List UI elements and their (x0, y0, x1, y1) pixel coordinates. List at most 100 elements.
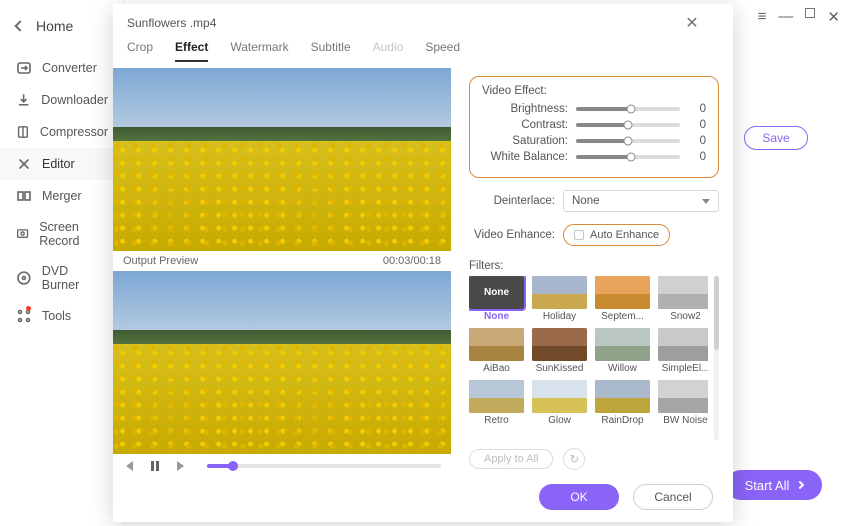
tab-crop[interactable]: Crop (127, 40, 153, 62)
filter-glow[interactable]: Glow (532, 380, 587, 426)
slider-label: Contrast: (482, 119, 568, 131)
sidebar-item-label: Tools (42, 309, 71, 323)
scrollbar-thumb[interactable] (714, 276, 719, 350)
filter-thumb (595, 276, 650, 309)
progress-bar[interactable] (207, 464, 441, 468)
next-button[interactable] (175, 460, 187, 472)
modal-title: Sunflowers .mp4 (127, 16, 216, 30)
filter-thumb (532, 276, 587, 309)
pause-button[interactable] (149, 460, 161, 472)
slider-handle[interactable] (624, 137, 633, 146)
sidebar-item-downloader[interactable]: Downloader (0, 84, 124, 116)
sidebar-item-compressor[interactable]: Compressor (0, 116, 124, 148)
tab-effect[interactable]: Effect (175, 40, 208, 62)
filter-aibao[interactable]: AiBao (469, 328, 524, 374)
filter-raindrop[interactable]: RainDrop (595, 380, 650, 426)
tab-subtitle[interactable]: Subtitle (311, 40, 351, 62)
cancel-button[interactable]: Cancel (633, 484, 713, 510)
back-icon (14, 20, 25, 31)
video-enhance-label: Video Enhance: (469, 229, 555, 241)
filter-name: None (484, 311, 509, 322)
sidebar-item-dvd-burner[interactable]: DVD Burner (0, 256, 124, 300)
deinterlace-label: Deinterlace: (469, 195, 555, 207)
filter-name: Septem... (601, 311, 644, 322)
start-all-button[interactable]: Start All (726, 470, 822, 500)
filter-septem[interactable]: Septem... (595, 276, 650, 322)
filter-none[interactable]: NoneNone (469, 276, 524, 322)
slider-track[interactable] (576, 107, 680, 111)
sidebar-item-label: Compressor (40, 125, 108, 139)
filter-name: SunKissed (536, 363, 584, 374)
slider-label: Brightness: (482, 103, 568, 115)
hamburger-icon[interactable]: ≡ (758, 8, 767, 26)
filter-sunkissed[interactable]: SunKissed (532, 328, 587, 374)
slider-track[interactable] (576, 123, 680, 127)
filter-thumb (469, 380, 524, 413)
slider-handle[interactable] (627, 153, 636, 162)
tab-bar: CropEffectWatermarkSubtitleAudioSpeed (113, 40, 733, 68)
sidebar-item-screen-record[interactable]: Screen Record (0, 212, 124, 256)
preview-info-row: Output Preview 00:03/00:18 (113, 251, 451, 271)
sidebar-item-label: Converter (42, 61, 97, 75)
save-button[interactable]: Save (744, 126, 808, 150)
apply-to-all-button[interactable]: Apply to All (469, 449, 553, 469)
filter-bwnoise[interactable]: BW Noise (658, 380, 708, 426)
output-preview-label: Output Preview (123, 255, 198, 267)
filter-snow2[interactable]: Snow2 (658, 276, 708, 322)
downloader-icon (16, 92, 31, 108)
filter-willow[interactable]: Willow (595, 328, 650, 374)
modal-footer: OK Cancel (113, 476, 733, 522)
converter-icon (16, 60, 32, 76)
minimize-icon[interactable]: — (778, 8, 793, 26)
tab-watermark[interactable]: Watermark (230, 40, 288, 62)
slider-label: Saturation: (482, 135, 568, 147)
nav-list: Converter Downloader Compressor Editor M… (0, 48, 124, 336)
sidebar: Home Converter Downloader Compressor Edi… (0, 0, 125, 526)
filter-retro[interactable]: Retro (469, 380, 524, 426)
slider-track[interactable] (576, 139, 680, 143)
close-icon[interactable]: ✕ (827, 8, 840, 26)
filter-thumb (469, 328, 524, 361)
sidebar-item-editor[interactable]: Editor (0, 148, 124, 180)
sidebar-item-label: Downloader (41, 93, 108, 107)
sidebar-item-label: Merger (42, 189, 82, 203)
auto-enhance-label: Auto Enhance (590, 229, 659, 241)
prev-button[interactable] (123, 460, 135, 472)
maximize-icon[interactable] (805, 8, 815, 18)
preview-time: 00:03/00:18 (383, 255, 441, 267)
filter-name: Snow2 (670, 311, 701, 322)
video-effect-box: Video Effect: Brightness: 0 Contrast: 0 … (469, 76, 719, 178)
filters-label: Filters: (469, 260, 719, 272)
slider-handle[interactable] (627, 105, 636, 114)
filter-scrollbar[interactable] (714, 276, 719, 440)
cancel-label: Cancel (654, 490, 691, 504)
editor-icon (16, 156, 32, 172)
modal-close-button[interactable]: ✕ (681, 12, 703, 34)
slider-handle[interactable] (624, 121, 633, 130)
deinterlace-select[interactable]: None (563, 190, 719, 212)
checkbox-icon (574, 230, 584, 240)
slider-label: White Balance: (482, 151, 568, 163)
slider-value: 0 (688, 103, 706, 115)
slider-row-contrast: Contrast: 0 (482, 119, 706, 131)
deinterlace-value: None (572, 195, 600, 207)
ok-button[interactable]: OK (539, 484, 619, 510)
tab-speed[interactable]: Speed (425, 40, 460, 62)
filter-thumb (595, 380, 650, 413)
ok-label: OK (570, 490, 587, 504)
filter-holiday[interactable]: Holiday (532, 276, 587, 322)
filter-name: Glow (548, 415, 571, 426)
preview-output (113, 271, 451, 454)
home-button[interactable]: Home (0, 8, 124, 48)
progress-handle[interactable] (228, 461, 238, 471)
slider-track[interactable] (576, 155, 680, 159)
filter-simpleel[interactable]: SimpleEl... (658, 328, 708, 374)
sidebar-item-tools[interactable]: Tools (0, 300, 124, 332)
sidebar-item-converter[interactable]: Converter (0, 52, 124, 84)
reset-button[interactable]: ↻ (563, 448, 585, 470)
modal-body: Output Preview 00:03/00:18 Video Effect:… (113, 68, 733, 476)
auto-enhance-button[interactable]: Auto Enhance (563, 224, 670, 246)
sidebar-item-merger[interactable]: Merger (0, 180, 124, 212)
dvd-burner-icon (16, 270, 32, 286)
start-all-label: Start All (745, 478, 790, 493)
